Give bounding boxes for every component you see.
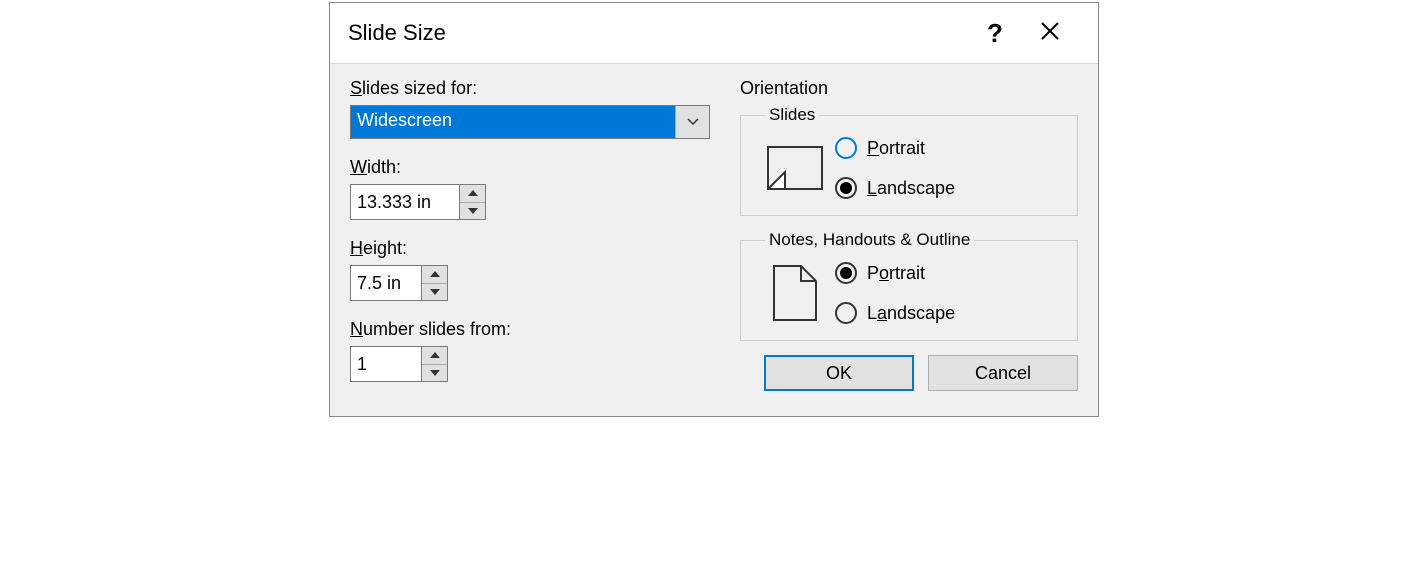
width-up-button[interactable]: [460, 185, 485, 203]
sized-for-label: Slides sized for:: [350, 78, 720, 99]
close-icon: [1039, 20, 1061, 42]
slides-portrait-radio[interactable]: Portrait: [835, 137, 955, 159]
arrow-up-icon: [430, 352, 440, 358]
notes-landscape-label: Landscape: [867, 303, 955, 324]
slides-legend: Slides: [765, 105, 819, 125]
sized-for-dropdown-button[interactable]: [675, 106, 709, 138]
slides-portrait-label: Portrait: [867, 138, 925, 159]
number-from-arrows: [422, 346, 448, 382]
notes-landscape-radio[interactable]: Landscape: [835, 302, 955, 324]
dialog-buttons: OK Cancel: [740, 355, 1078, 391]
titlebar: Slide Size ?: [330, 3, 1098, 63]
height-down-button[interactable]: [422, 284, 447, 301]
width-spinner[interactable]: [350, 184, 720, 220]
slides-landscape-label: Landscape: [867, 178, 955, 199]
radio-icon: [835, 262, 857, 284]
sized-for-combo[interactable]: Widescreen: [350, 105, 710, 139]
arrow-down-icon: [468, 208, 478, 214]
height-label: Height:: [350, 238, 720, 259]
chevron-down-icon: [687, 118, 699, 126]
height-up-button[interactable]: [422, 266, 447, 284]
notes-legend: Notes, Handouts & Outline: [765, 230, 974, 250]
number-from-spinner[interactable]: [350, 346, 720, 382]
width-input[interactable]: [350, 184, 460, 220]
portrait-page-icon: [773, 265, 817, 321]
ok-button[interactable]: OK: [764, 355, 914, 391]
dialog-body: Slides sized for: Widescreen Width: Heig…: [330, 63, 1098, 416]
close-button[interactable]: [1020, 20, 1080, 47]
slides-orientation-group: Slides Portrait: [740, 105, 1078, 216]
dialog-title: Slide Size: [348, 20, 970, 46]
notes-portrait-radio[interactable]: Portrait: [835, 262, 955, 284]
right-column: Orientation Slides Portrait: [720, 78, 1078, 400]
slides-landscape-radio[interactable]: Landscape: [835, 177, 955, 199]
arrow-down-icon: [430, 370, 440, 376]
arrow-up-icon: [468, 190, 478, 196]
number-from-down-button[interactable]: [422, 365, 447, 382]
help-button[interactable]: ?: [970, 18, 1020, 49]
arrow-down-icon: [430, 289, 440, 295]
number-from-label: Number slides from:: [350, 319, 720, 340]
cancel-button[interactable]: Cancel: [928, 355, 1078, 391]
height-input[interactable]: [350, 265, 422, 301]
notes-portrait-label: Portrait: [867, 263, 925, 284]
left-column: Slides sized for: Widescreen Width: Heig…: [350, 78, 720, 400]
radio-icon: [835, 177, 857, 199]
height-spinner[interactable]: [350, 265, 720, 301]
height-arrows: [422, 265, 448, 301]
sized-for-value: Widescreen: [351, 106, 675, 138]
arrow-up-icon: [430, 271, 440, 277]
radio-icon: [835, 137, 857, 159]
notes-orientation-group: Notes, Handouts & Outline Portrait: [740, 230, 1078, 341]
number-from-input[interactable]: [350, 346, 422, 382]
slide-size-dialog: Slide Size ? Slides sized for: Widescree…: [329, 2, 1099, 417]
number-from-up-button[interactable]: [422, 347, 447, 365]
orientation-label: Orientation: [740, 78, 1078, 99]
width-label: Width:: [350, 157, 720, 178]
radio-icon: [835, 302, 857, 324]
width-down-button[interactable]: [460, 203, 485, 220]
landscape-page-icon: [767, 146, 823, 190]
width-arrows: [460, 184, 486, 220]
